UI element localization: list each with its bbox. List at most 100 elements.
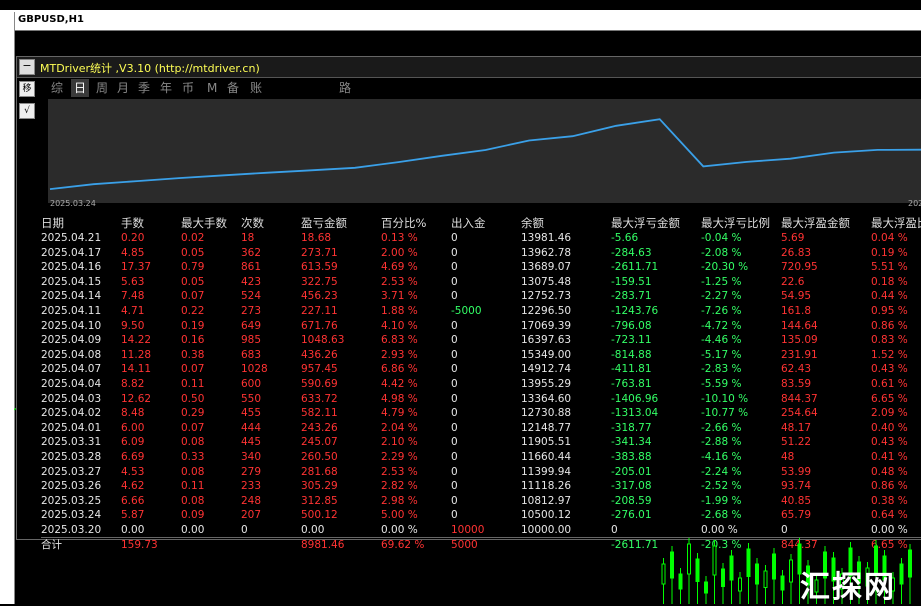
table-cell: 2025.04.03 (41, 392, 102, 405)
tab-summary[interactable]: 综 (51, 79, 63, 97)
table-cell: -2.83 % (701, 363, 742, 376)
table-cell: 62.43 (781, 363, 812, 376)
table-cell: 3.71 % (381, 290, 418, 303)
table-cell: 0 (451, 232, 458, 244)
table-cell: 13364.60 (521, 392, 572, 405)
table-row: 2025.03.31 6.09 0.08 445 245.07 2.10 % 0 11905.… (41, 435, 921, 450)
table-cell: 4.71 (121, 304, 145, 317)
table-cell: 2.53 % (381, 465, 418, 478)
table-cell: 10500.12 (521, 509, 572, 522)
check-button[interactable]: √ (19, 103, 35, 119)
table-cell: 13981.46 (521, 232, 572, 244)
table-row: 2025.04.09 14.22 0.16 985 1048.63 6.83 % 0 1639… (41, 333, 921, 348)
table-cell: 0.64 % (871, 509, 908, 522)
table-cell: 48 (781, 450, 795, 463)
table-cell: 2025.04.08 (41, 348, 102, 361)
table-cell: 455 (241, 407, 262, 420)
tab-month[interactable]: 月 (117, 79, 129, 97)
table-cell: 18 (241, 232, 255, 244)
table-cell: 2025.04.01 (41, 421, 102, 434)
candle-body (687, 543, 691, 575)
table-cell: 6.65 % (871, 392, 908, 405)
candle-body (789, 559, 793, 583)
table-cell: 0.43 % (871, 363, 908, 376)
table-cell: 2025.04.14 (41, 290, 102, 303)
table-cell: -1313.04 (611, 407, 659, 420)
table-cell: 0 (451, 290, 458, 303)
tab-currency[interactable]: 币 (182, 79, 194, 97)
table-cell: 243.26 (301, 421, 338, 434)
table-cell: 2025.03.27 (41, 465, 102, 478)
column-header: 百分比% (381, 216, 427, 230)
table-cell: 2.53 % (381, 275, 418, 288)
tab-notes[interactable]: 备 (227, 79, 239, 97)
table-cell: -283.71 (611, 290, 652, 303)
table-cell: 10812.97 (521, 494, 572, 507)
total-cell: 5000 (451, 539, 478, 552)
table-cell: 340 (241, 450, 262, 463)
tab-week[interactable]: 周 (96, 79, 108, 97)
table-cell: 550 (241, 392, 262, 405)
table-row: 2025.04.08 11.28 0.38 683 436.26 2.93 % 0 15349… (41, 348, 921, 363)
table-cell: 671.76 (301, 319, 338, 332)
table-cell: 8.82 (121, 377, 145, 390)
chart-start-date: 2025.03.24 (50, 199, 96, 208)
table-cell: 233 (241, 480, 262, 493)
mtdriver-stats-panel: − MTDriver统计 ,V3.10 (http://mtdriver.cn)… (16, 56, 921, 551)
table-cell: 15349.00 (521, 348, 572, 361)
table-cell: 0.00 % (701, 523, 738, 536)
table-cell: 5.63 (121, 275, 145, 288)
table-cell: 22.6 (781, 275, 805, 288)
table-row: 2025.04.03 12.62 0.50 550 633.72 4.98 % 0 13364… (41, 392, 921, 407)
table-cell: 65.79 (781, 509, 812, 522)
table-cell: 245.07 (301, 436, 338, 449)
table-cell: 2.00 % (381, 246, 418, 259)
table-cell: 524 (241, 290, 262, 303)
table-cell: 48.17 (781, 421, 812, 434)
minimize-button[interactable]: − (19, 59, 35, 75)
candle-body (712, 545, 717, 576)
tab-day[interactable]: 日 (71, 79, 90, 97)
table-cell: 51.22 (781, 436, 812, 449)
table-cell: 273 (241, 304, 262, 317)
table-cell: -723.11 (611, 334, 652, 347)
table-cell: 6.83 % (381, 334, 418, 347)
table-cell: 13955.29 (521, 377, 572, 390)
table-cell: 312.85 (301, 494, 338, 507)
table-cell: 6.00 (121, 421, 145, 434)
table-cell: -10.10 % (701, 392, 749, 405)
table-cell: -341.34 (611, 436, 652, 449)
table-cell: -5000 (451, 304, 482, 317)
candle-body (908, 549, 912, 578)
column-header: 最大浮盈比例 (871, 216, 921, 230)
table-cell: 0.38 % (871, 494, 908, 507)
table-cell: 0.00 % (381, 523, 418, 536)
table-cell: 0.11 (181, 377, 205, 390)
table-cell: 12752.73 (521, 290, 572, 303)
table-row: 2025.04.02 8.48 0.29 455 582.11 4.79 % 0 12730.… (41, 406, 921, 421)
table-cell: -4.46 % (701, 334, 742, 347)
table-cell: 17069.39 (521, 319, 572, 332)
table-cell: 14.22 (121, 334, 152, 347)
table-cell: 0.02 (181, 232, 205, 244)
table-cell: 279 (241, 465, 262, 478)
tab-year[interactable]: 年 (160, 79, 172, 97)
candle-body (772, 553, 776, 580)
candle-body (780, 575, 785, 591)
table-cell: 0.33 (181, 450, 205, 463)
move-button[interactable]: 移 (19, 81, 35, 97)
table-cell: -1.25 % (701, 275, 742, 288)
table-cell: 0 (451, 319, 458, 332)
table-cell: 500.12 (301, 509, 338, 522)
table-cell: 362 (241, 246, 262, 259)
tab-quarter[interactable]: 季 (138, 79, 150, 97)
table-cell: -1.99 % (701, 494, 742, 507)
table-cell: 4.79 % (381, 407, 418, 420)
table-cell: 0.00 (301, 523, 325, 536)
table-cell: 53.99 (781, 465, 812, 478)
table-cell: 683 (241, 348, 262, 361)
tab-magic[interactable]: M (207, 79, 217, 97)
table-cell: 0 (451, 407, 458, 420)
table-cell: 2025.03.20 (41, 523, 102, 536)
table-cell: 2.04 % (381, 421, 418, 434)
